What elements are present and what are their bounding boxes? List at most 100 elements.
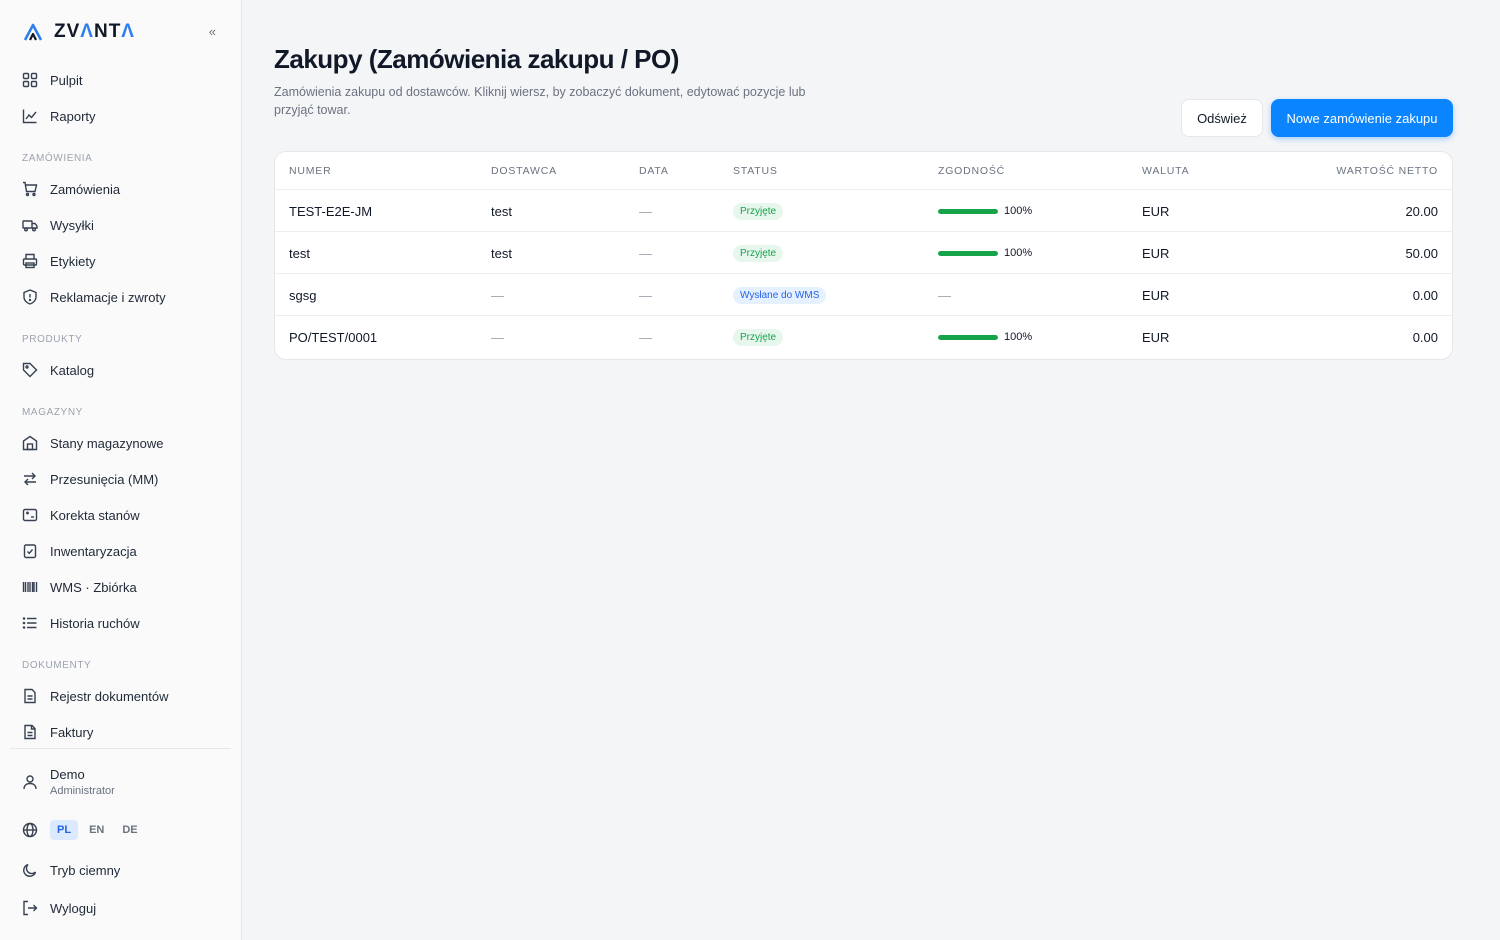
cell-data: — xyxy=(639,329,652,345)
table-row[interactable]: TEST-E2E-JM test — Przyjęte 100% EUR 20.… xyxy=(275,190,1452,232)
main-content: Zakupy (Zamówienia zakupu / PO) Zamówien… xyxy=(242,0,1500,940)
cell-numer: sgsg xyxy=(289,287,317,303)
cell-waluta: EUR xyxy=(1142,287,1170,303)
compliance-bar xyxy=(938,334,998,340)
cell-wartosc-netto: 0.00 xyxy=(1412,287,1438,303)
nav-item-reklamacje[interactable]: Reklamacje i zwroty xyxy=(10,282,230,312)
user-role: Administrator xyxy=(50,785,115,797)
column-header-numer[interactable]: NUMER xyxy=(289,165,332,177)
table-row[interactable]: sgsg — — Wysłane do WMS — EUR 0.00 xyxy=(275,274,1452,316)
section-label-zamowienia: ZAMÓWIENIA xyxy=(22,153,93,164)
lang-de-button[interactable]: DE xyxy=(115,820,144,840)
compliance-bar xyxy=(938,250,998,256)
tag-icon xyxy=(22,362,38,378)
logo-text: ZVΛNTΛ xyxy=(54,21,135,42)
nav-label: Etykiety xyxy=(50,253,96,269)
nav-item-rejestr[interactable]: Rejestr dokumentów xyxy=(10,681,230,711)
status-badge: Wysłane do WMS xyxy=(733,286,827,304)
moon-icon xyxy=(23,863,37,877)
nav-item-zamowienia[interactable]: Zamówienia xyxy=(10,174,230,204)
cell-wartosc-netto: 50.00 xyxy=(1405,245,1438,261)
table-row[interactable]: test test — Przyjęte 100% EUR 50.00 xyxy=(275,232,1452,274)
column-header-data[interactable]: DATA xyxy=(639,165,669,177)
cell-zgodnosc: 100% xyxy=(938,232,1032,274)
lang-en-button[interactable]: EN xyxy=(82,820,111,840)
nav-item-inwentaryzacja[interactable]: Inwentaryzacja xyxy=(10,536,230,566)
document-icon xyxy=(24,688,36,704)
table-header: NUMER DOSTAWCA DATA STATUS ZGODNOŚĆ WALU… xyxy=(275,152,1452,190)
printer-icon xyxy=(22,253,38,269)
page-subtitle: Zamówienia zakupu od dostawców. Kliknij … xyxy=(274,85,806,117)
brand-logo[interactable]: ZVΛNTΛ « xyxy=(22,20,222,44)
cell-numer: TEST-E2E-JM xyxy=(289,203,373,219)
clipboard-check-icon xyxy=(23,544,37,559)
cell-dostawca: — xyxy=(491,287,504,303)
nav-label: Reklamacje i zwroty xyxy=(50,289,166,305)
new-purchase-order-button[interactable]: Nowe zamówienie zakupu xyxy=(1271,99,1453,137)
nav-label: Pulpit xyxy=(50,72,83,88)
collapse-sidebar-button[interactable]: « xyxy=(209,24,216,39)
nav-label: Historia ruchów xyxy=(50,615,140,631)
cell-data: — xyxy=(639,245,652,261)
user-profile[interactable]: Demo Administrator xyxy=(10,762,230,802)
nav-item-wms[interactable]: WMS · Zbiórka xyxy=(10,572,230,602)
cell-waluta: EUR xyxy=(1142,245,1170,261)
nav-label: Zamówienia xyxy=(50,181,121,197)
page-title: Zakupy (Zamówienia zakupu / PO) xyxy=(274,44,679,74)
language-switcher: PL EN DE xyxy=(10,818,230,842)
nav-label: Inwentaryzacja xyxy=(50,543,137,559)
column-header-status[interactable]: STATUS xyxy=(733,165,778,177)
status-badge: Przyjęte xyxy=(733,244,784,262)
nav-item-raporty[interactable]: Raporty xyxy=(10,101,230,131)
sidebar: ZVΛNTΛ « Pulpit Raporty ZAMÓWIENIA Zamów… xyxy=(0,0,242,940)
cell-wartosc-netto: 20.00 xyxy=(1405,203,1438,219)
nav-item-historia[interactable]: Historia ruchów xyxy=(10,608,230,638)
logo-icon xyxy=(23,23,43,41)
dark-mode-toggle[interactable]: Tryb ciemny xyxy=(10,855,230,885)
column-header-zgodnosc[interactable]: ZGODNOŚĆ xyxy=(938,165,1005,177)
truck-icon xyxy=(22,220,38,232)
nav-label: Przesunięcia (MM) xyxy=(50,471,159,487)
nav-item-etykiety[interactable]: Etykiety xyxy=(10,246,230,276)
nav-label: Wyloguj xyxy=(50,900,97,916)
nav-item-faktury[interactable]: Faktury xyxy=(10,717,230,747)
compliance-bar-fill xyxy=(938,250,998,256)
nav-item-korekta[interactable]: Korekta stanów xyxy=(10,500,230,530)
grid-icon xyxy=(22,72,38,88)
logout-button[interactable]: Wyloguj xyxy=(10,893,230,923)
refresh-button[interactable]: Odśwież xyxy=(1181,99,1263,137)
cell-dostawca: test xyxy=(491,245,512,261)
nav-item-stany[interactable]: Stany magazynowe xyxy=(10,428,230,458)
cell-zgodnosc: 100% xyxy=(938,316,1032,358)
nav-item-pulpit[interactable]: Pulpit xyxy=(10,65,230,95)
nav-label: Katalog xyxy=(50,362,95,378)
compliance-percent: 100% xyxy=(1004,205,1033,217)
shield-icon xyxy=(23,289,37,305)
column-header-wartosc-netto[interactable]: WARTOŚĆ NETTO xyxy=(1336,165,1438,177)
compliance-bar-fill xyxy=(938,334,998,340)
nav-item-przesuniecia[interactable]: Przesunięcia (MM) xyxy=(10,464,230,494)
lang-pl-button[interactable]: PL xyxy=(50,820,79,840)
column-header-dostawca[interactable]: DOSTAWCA xyxy=(491,165,557,177)
logout-icon xyxy=(23,900,38,916)
nav-item-wysylki[interactable]: Wysyłki xyxy=(10,210,230,240)
cell-status: Przyjęte xyxy=(733,316,784,358)
sidebar-divider xyxy=(10,748,231,749)
adjust-icon xyxy=(22,508,38,522)
table-row[interactable]: PO/TEST/0001 — — Przyjęte 100% EUR 0.00 xyxy=(275,316,1452,358)
barcode-icon xyxy=(22,582,38,592)
compliance-percent: 100% xyxy=(1004,247,1033,259)
nav-label: WMS · Zbiórka xyxy=(50,579,137,595)
status-badge: Przyjęte xyxy=(733,202,784,220)
column-header-waluta[interactable]: WALUTA xyxy=(1142,165,1189,177)
nav-item-katalog[interactable]: Katalog xyxy=(10,355,230,385)
nav-label: Stany magazynowe xyxy=(50,435,164,451)
user-icon xyxy=(23,775,37,790)
nav-label: Tryb ciemny xyxy=(50,862,121,878)
cart-icon xyxy=(23,181,38,197)
cell-numer: test xyxy=(289,245,310,261)
nav-label: Wysyłki xyxy=(50,217,94,233)
compliance-percent: 100% xyxy=(1004,331,1033,343)
nav-label: Rejestr dokumentów xyxy=(50,688,169,704)
cell-dostawca: test xyxy=(491,203,512,219)
